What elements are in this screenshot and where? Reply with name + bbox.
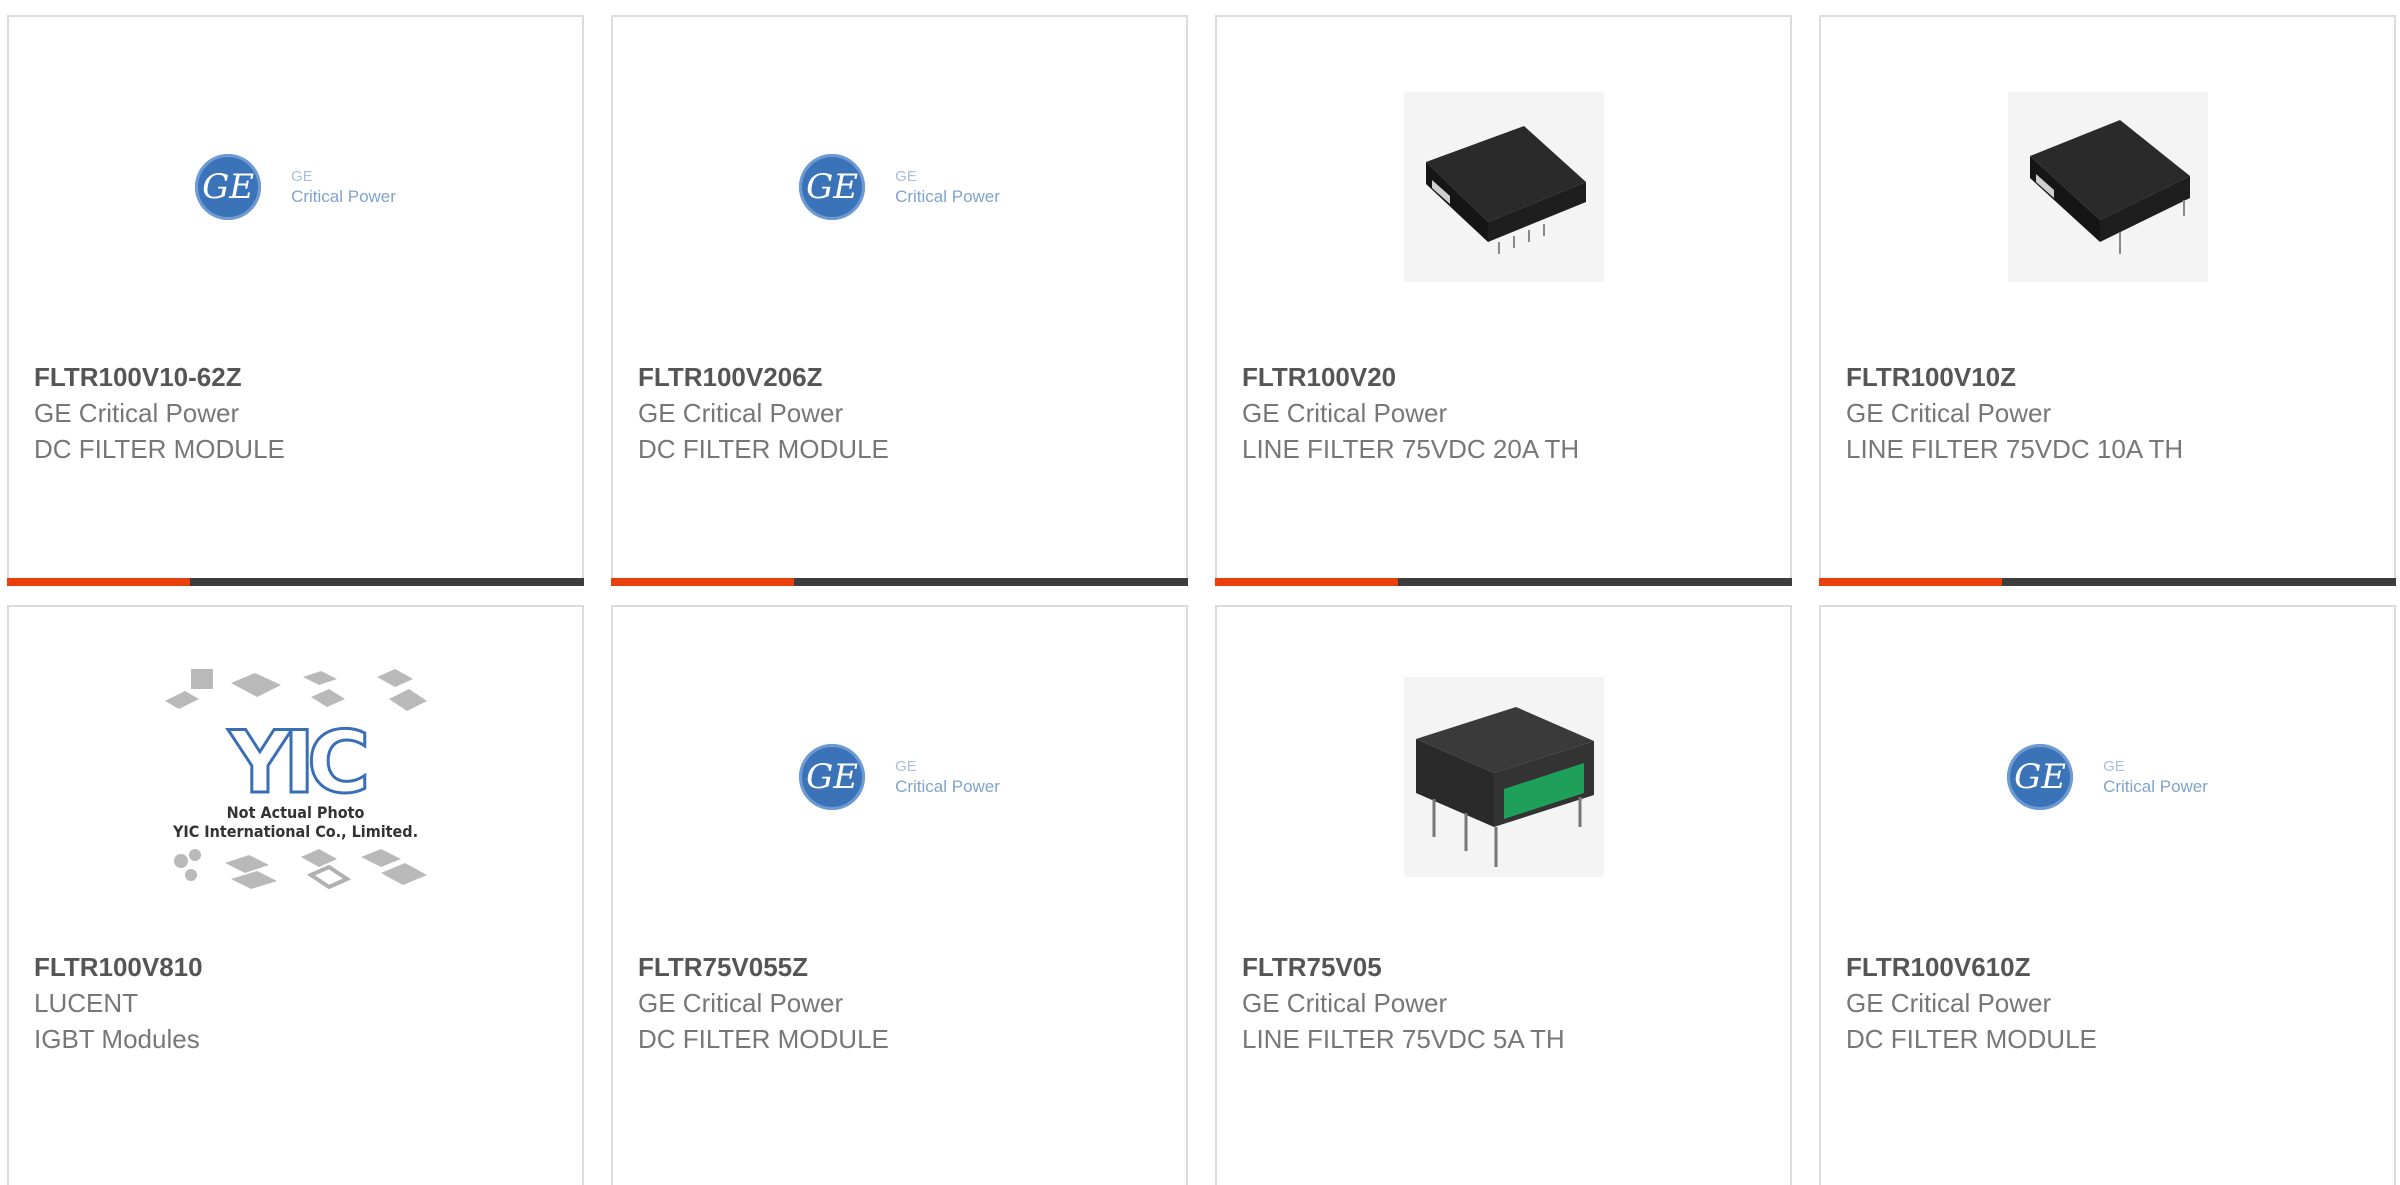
manufacturer: LUCENT [34,988,139,1018]
product-card[interactable]: FLTR100V20 GE Critical Power LINE FILTER… [1215,15,1792,586]
part-number-link[interactable]: FLTR100V10Z [1846,359,2374,395]
description: LINE FILTER 75VDC 5A TH [1242,1024,1565,1054]
black-module-photo-icon [1403,92,1604,282]
manufacturer: GE Critical Power [1242,398,1448,428]
manufacturer: GE Critical Power [638,988,844,1018]
product-card[interactable]: YIC Not Actual Photo YIC International C… [7,605,584,1185]
ge-critical-power-logo: GE GE Critical Power [195,154,396,220]
product-image[interactable]: GE GE Critical Power [9,17,582,357]
product-image[interactable]: GE GE Critical Power [613,607,1186,947]
accent-bar [1819,578,2002,586]
card-bottom-bar [1215,578,1792,586]
ge-critical-power-logo: GE GE Critical Power [799,154,1000,220]
product-card[interactable]: GE GE Critical Power FLTR100V610Z GE Crit… [1819,605,2396,1185]
part-number-link[interactable]: FLTR100V810 [34,949,562,985]
part-number-link[interactable]: FLTR100V20 [1242,359,1770,395]
part-number-link[interactable]: FLTR100V610Z [1846,949,2374,985]
yic-logo: YIC [227,713,371,813]
part-number-link[interactable]: FLTR100V206Z [638,359,1166,395]
card-bottom-bar [1819,578,2396,586]
product-image[interactable] [1217,607,1790,947]
chip-packages-icon [173,849,427,890]
green-module-photo-icon [1403,677,1604,877]
card-bottom-bar [7,578,584,586]
product-card[interactable]: FLTR100V10Z GE Critical Power LINE FILTE… [1819,15,2396,586]
ge-monogram-icon: GE [2007,744,2074,810]
accent-bar [7,578,190,586]
ge-monogram-icon: GE [799,154,866,220]
part-number-link[interactable]: FLTR75V055Z [638,949,1166,985]
manufacturer: GE Critical Power [34,398,240,428]
description: DC FILTER MODULE [34,434,285,464]
description: DC FILTER MODULE [638,1024,889,1054]
manufacturer: GE Critical Power [1846,398,2052,428]
card-bottom-bar [611,578,1188,586]
product-card[interactable]: GE GE Critical Power FLTR100V206Z GE Crit… [611,15,1188,586]
product-image[interactable]: GE GE Critical Power [1821,607,2394,947]
manufacturer: GE Critical Power [638,398,844,428]
product-image[interactable] [1821,17,2394,357]
product-card[interactable]: GE GE Critical Power FLTR100V10-62Z GE Cr… [7,15,584,586]
not-actual-photo-placeholder: YIC Not Actual Photo YIC International C… [161,663,431,891]
ge-monogram-icon: GE [195,154,262,220]
description: IGBT Modules [34,1024,200,1054]
part-number-link[interactable]: FLTR100V10-62Z [34,359,562,395]
product-card[interactable]: FLTR75V05 GE Critical Power LINE FILTER … [1215,605,1792,1185]
accent-bar [1215,578,1398,586]
ge-monogram-icon: GE [799,744,866,810]
accent-bar [611,578,794,586]
ge-critical-power-logo: GE GE Critical Power [2007,744,2208,810]
product-image[interactable] [1217,17,1790,357]
description: DC FILTER MODULE [1846,1024,2097,1054]
black-module-photo-icon [2007,92,2208,282]
description: LINE FILTER 75VDC 10A TH [1846,434,2184,464]
product-image[interactable]: YIC Not Actual Photo YIC International C… [9,607,582,947]
product-image[interactable]: GE GE Critical Power [613,17,1186,357]
description: LINE FILTER 75VDC 20A TH [1242,434,1580,464]
ge-critical-power-logo: GE GE Critical Power [799,744,1000,810]
part-number-link[interactable]: FLTR75V05 [1242,949,1770,985]
product-card[interactable]: GE GE Critical Power FLTR75V055Z GE Criti… [611,605,1188,1185]
manufacturer: GE Critical Power [1846,988,2052,1018]
description: DC FILTER MODULE [638,434,889,464]
manufacturer: GE Critical Power [1242,988,1448,1018]
